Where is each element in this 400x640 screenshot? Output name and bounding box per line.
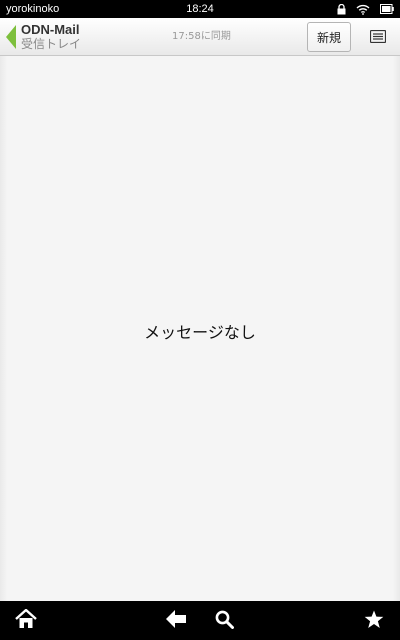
new-message-button[interactable]: 新規 <box>307 22 351 52</box>
app-title: ODN-Mail <box>21 22 80 37</box>
list-menu-button[interactable] <box>366 27 390 47</box>
home-icon <box>15 608 37 633</box>
back-button[interactable] <box>165 610 187 632</box>
header-bar: ODN-Mail 受信トレイ 17:58に同期 新規 <box>0 18 400 56</box>
sync-status: 17:58に同期 <box>172 31 231 42</box>
back-chevron-icon <box>6 25 16 53</box>
status-bar: yorokinoko 18:24 <box>0 0 400 18</box>
wifi-icon <box>356 4 370 15</box>
screen: yorokinoko 18:24 ODN-Mail 受信トレイ 17:58に同期… <box>0 0 400 640</box>
star-icon <box>364 610 384 633</box>
status-icons <box>337 3 394 15</box>
lock-icon <box>337 3 346 15</box>
back-to-accounts-button[interactable]: ODN-Mail 受信トレイ <box>4 18 164 56</box>
search-button[interactable] <box>213 610 235 632</box>
empty-message: メッセージなし <box>144 323 256 342</box>
folder-name: 受信トレイ <box>21 37 82 51</box>
list-menu-icon <box>369 28 387 47</box>
search-icon <box>215 610 234 633</box>
back-arrow-icon <box>166 610 186 632</box>
home-button[interactable] <box>15 608 37 633</box>
favorites-button[interactable] <box>363 610 385 632</box>
message-list-area[interactable]: メッセージなし <box>0 56 400 601</box>
battery-icon <box>380 4 394 14</box>
bottom-nav-bar <box>0 601 400 640</box>
